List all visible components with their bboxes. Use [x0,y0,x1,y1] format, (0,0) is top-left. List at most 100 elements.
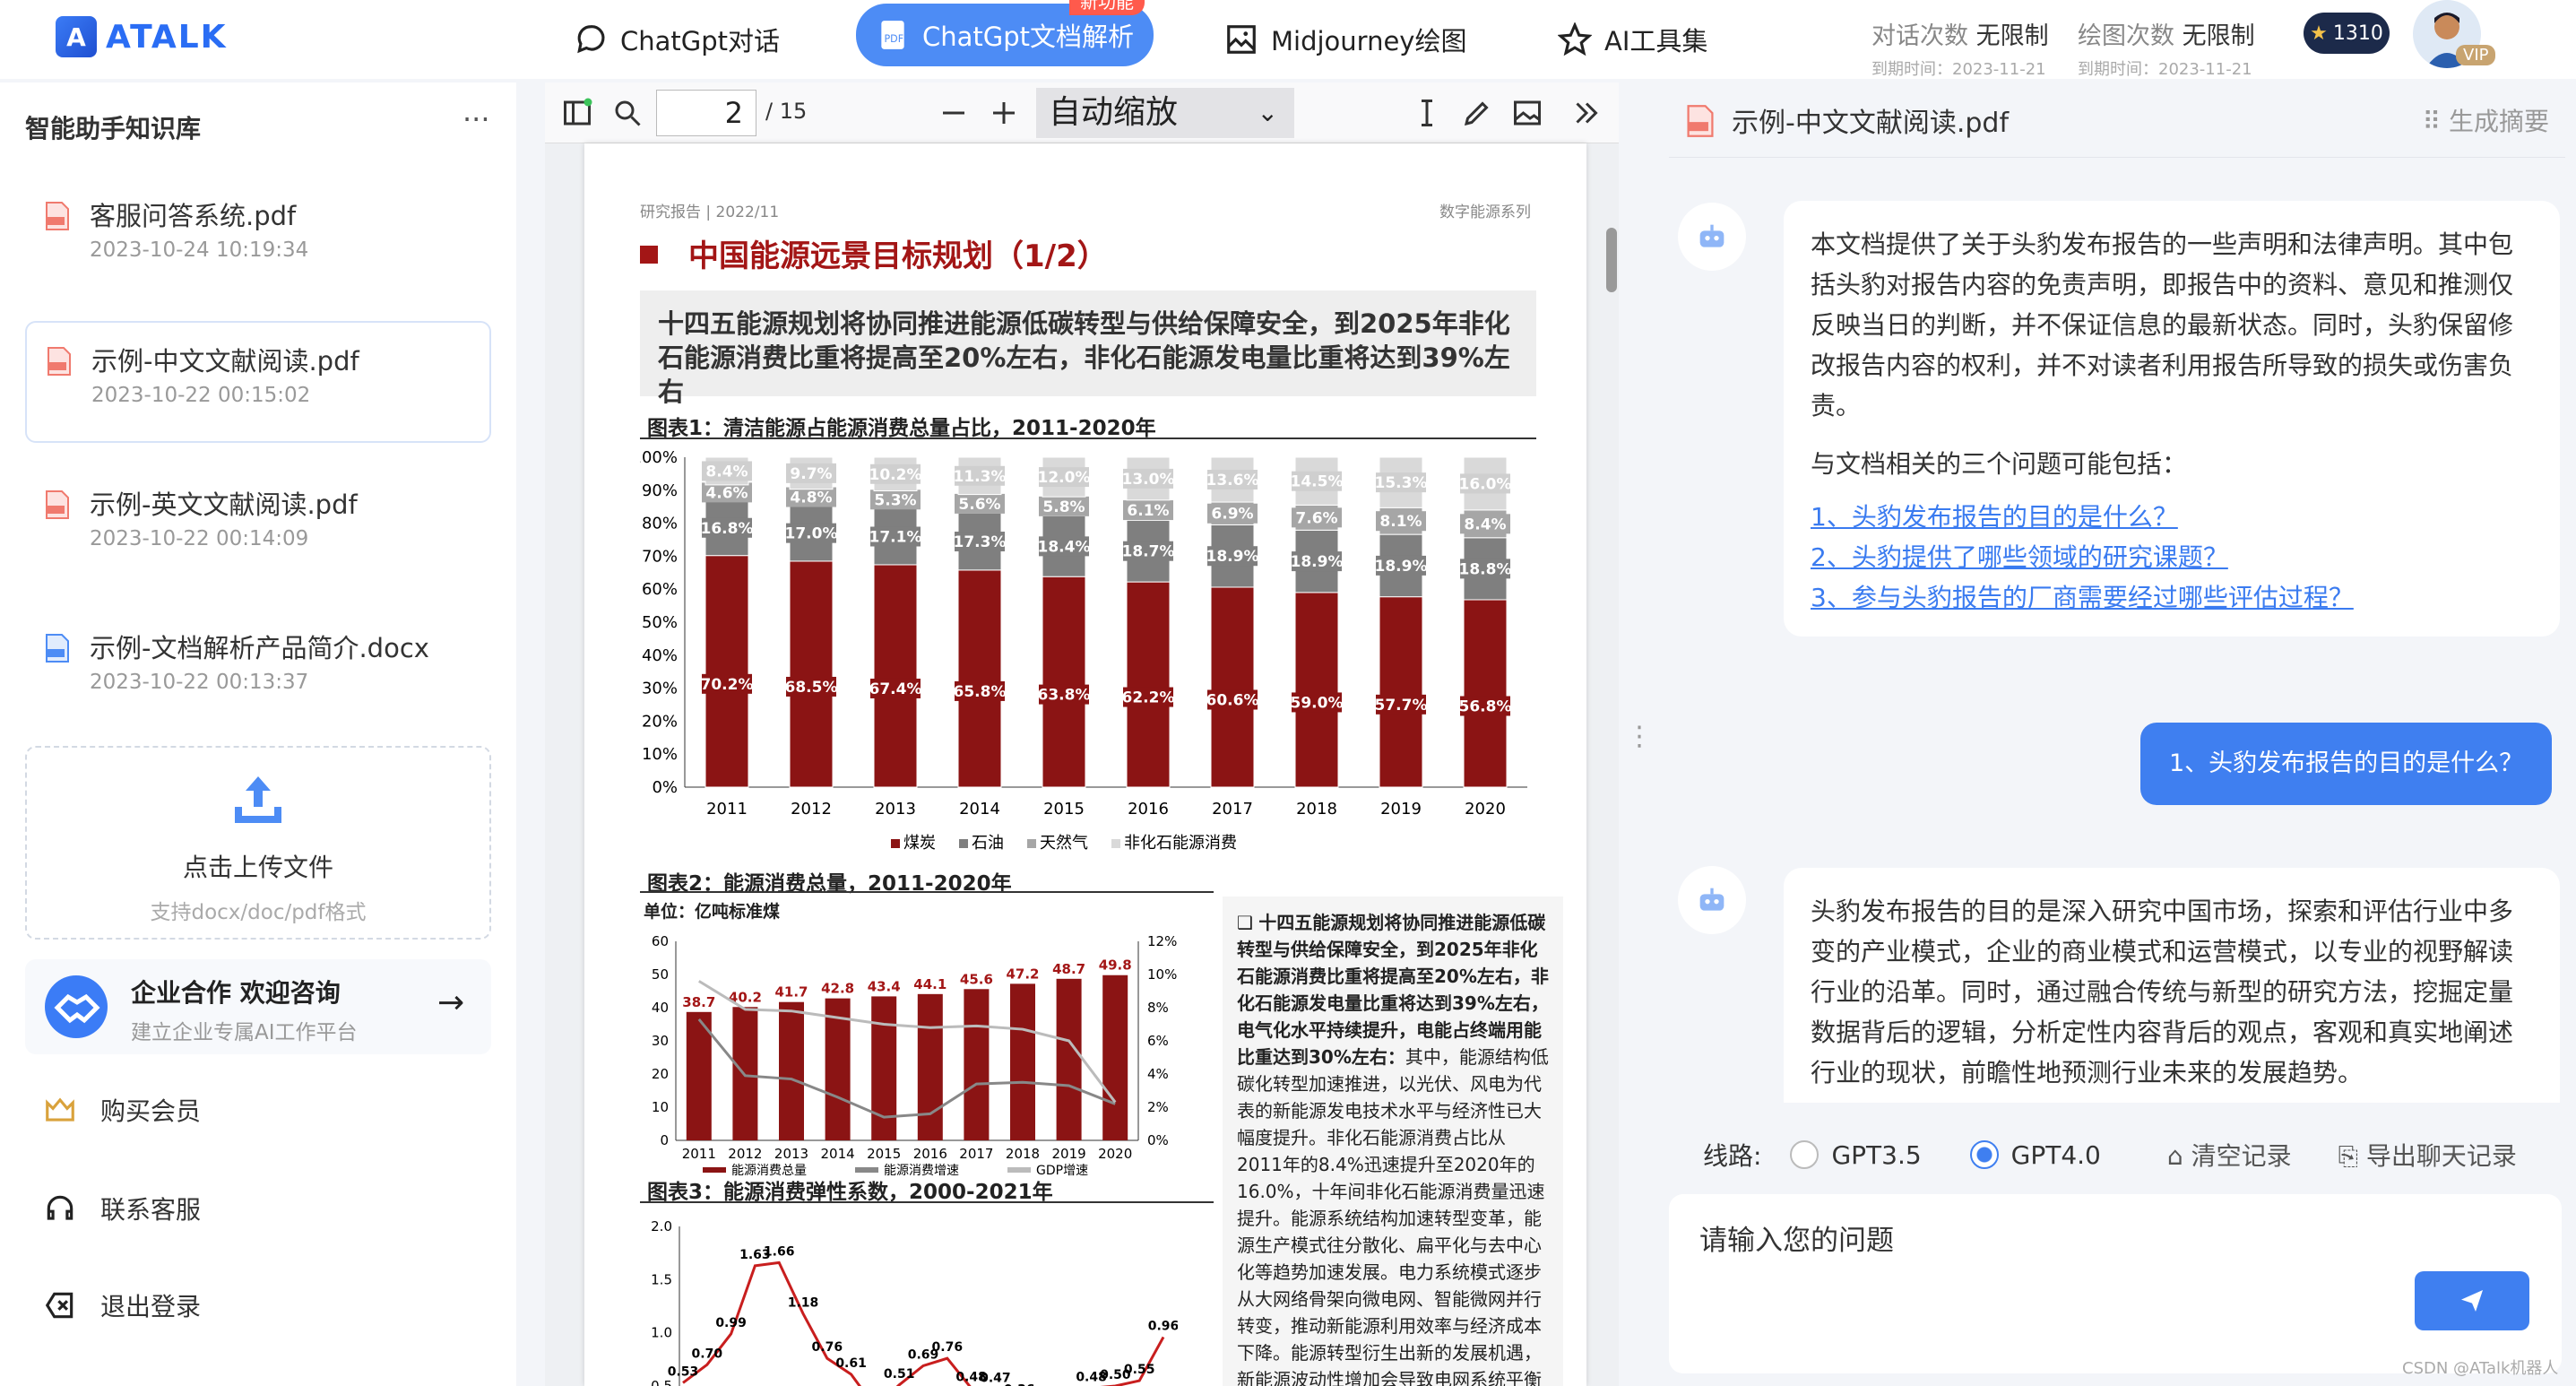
bot-message: 头豹发布报告的目的是深入研究中国市场，探索和评估行业中多变的产业模式，企业的商业… [1784,868,2560,1103]
file-name: 示例-文档解析产品简介.docx [90,633,429,663]
generate-summary-button[interactable]: ⠿ 生成摘要 [2423,102,2549,138]
file-name: 客服问答系统.pdf [90,201,297,231]
upload-subtitle: 支持docx/doc/pdf格式 [150,901,367,924]
crown-icon [46,1097,74,1122]
knowledge-sidebar: 智能助手知识库 ··· 客服问答系统.pdf 2023-10-24 10:19:… [0,82,516,1386]
zoom-in-icon[interactable] [988,97,1020,129]
data-label: 18.9% [1375,558,1428,576]
suggested-question-link[interactable]: 1、头豹发布报告的目的是什么？ [1811,497,2533,537]
bullet-square-icon: ❑ [1237,912,1259,933]
y-tick-label: 60 [652,933,669,949]
data-label: 0.51 [884,1367,915,1382]
more-options-button[interactable]: ··· [462,102,490,136]
double-chevron-right-icon[interactable] [1570,97,1603,129]
export-chat-label: 导出聊天记录 [2365,1141,2517,1171]
nav-ai-tools-label: AI工具集 [1604,26,1708,56]
model-radio-gpt35[interactable] [1790,1140,1820,1169]
nav-doc-parse[interactable]: PDF ChatGpt文档解析 新功能 [856,0,1154,66]
data-label: 1.18 [788,1295,819,1310]
image-insert-icon[interactable] [1511,97,1543,129]
x-tick-label: 2016 [1128,800,1169,819]
file-item[interactable]: 示例-英文文献阅读.pdf 2023-10-22 00:14:09 [25,466,491,588]
data-label: 4.6% [705,484,748,502]
y2-tick-label: 6% [1147,1033,1169,1049]
data-label: 63.8% [1038,687,1091,705]
figure3-title: 图表3：能源消费弹性系数，2000-2021年 [647,1181,1053,1204]
clear-history-button[interactable]: ⌂ 清空记录 [2167,1137,2292,1173]
file-item[interactable]: 示例-文档解析产品简介.docx 2023-10-22 00:13:37 [25,610,491,732]
bot-avatar [1678,203,1746,271]
brand-name: ATALK [106,18,228,56]
legend-swatch [1027,839,1036,848]
model-gpt40-label: GPT4.0 [2010,1139,2101,1170]
star-icon [1558,22,1592,56]
nav-ai-tools[interactable]: AI工具集 [1558,0,1707,79]
bot-message-text: 本文档提供了关于头豹发布报告的一些声明和法律声明。其中包括头豹对报告内容的免责声… [1811,230,2514,420]
model-radio-gpt40[interactable] [1969,1140,1999,1169]
data-label: 65.8% [954,683,1007,701]
logo-icon: A [56,16,97,57]
data-label: 18.9% [1206,548,1259,566]
nav-chat[interactable]: ChatGpt对话 [574,0,780,79]
top-bar: A ATALK ChatGpt对话 PDF ChatGpt文档解析 新功能 Mi… [0,0,2576,79]
data-label: 8.4% [1464,515,1506,533]
data-label: 15.3% [1375,474,1428,492]
x-tick-label: 2013 [774,1146,808,1162]
data-label: 48.7 [1052,961,1085,977]
coin-balance[interactable]: ★ 1310 [2304,13,2390,54]
chat-bubble-icon [577,25,605,54]
data-label: 8.4% [705,463,748,481]
file-item-selected[interactable]: 示例-中文文献阅读.pdf 2023-10-22 00:15:02 [25,321,491,443]
y-tick-label: 30% [642,680,678,698]
brand-logo[interactable]: A ATALK [56,16,228,57]
data-label: 16.0% [1459,475,1512,493]
legend-swatch [959,839,968,848]
suggested-question-link[interactable]: 2、头豹提供了哪些领域的研究课题？ [1811,537,2533,577]
sidebar-title: 智能助手知识库 [25,114,202,143]
data-label: 0.55 [1124,1363,1155,1377]
menu-buy-vip[interactable]: 购买会员 [43,1092,201,1128]
enterprise-coop-card[interactable]: 企业合作 欢迎咨询 建立企业专属AI工作平台 → [25,959,491,1054]
pdf-file-icon: PDF [881,21,904,49]
x-tick-label: 2015 [867,1146,901,1162]
y-tick-label: 20% [642,712,678,731]
data-label: 43.4 [868,978,901,994]
sidebar-toggle-icon[interactable] [561,97,593,129]
suggested-question-link[interactable]: 3、参与头豹报告的厂商需要经过哪些评估过程？ [1811,577,2533,618]
data-label: 0.53 [668,1364,699,1379]
bar [1102,975,1128,1140]
vip-badge: VIP [2456,45,2496,65]
zoom-out-icon[interactable] [938,97,970,129]
menu-contact-label: 联系客服 [100,1195,202,1225]
pdf-toolbar: 2 / 15 自动缩放 ⌄ [545,82,1619,143]
menu-contact-support[interactable]: 联系客服 [43,1191,201,1226]
user-message: 1、头豹发布报告的目的是什么？ [2140,723,2553,805]
send-button[interactable] [2415,1271,2529,1330]
chat-input-box[interactable]: 请输入您的问题 [1669,1194,2562,1373]
page-number-input[interactable]: 2 [656,90,756,136]
route-label: 线路: [1703,1141,1762,1171]
menu-logout[interactable]: 退出登录 [43,1287,201,1323]
search-icon[interactable] [611,97,644,129]
data-label: 44.1 [913,976,947,992]
bar-segment [1379,596,1423,788]
text-cursor-icon[interactable] [1411,97,1443,129]
file-item[interactable]: 客服问答系统.pdf 2023-10-24 10:19:34 [25,178,491,299]
data-label: 6.1% [1127,502,1169,520]
file-time: 2023-10-22 00:15:02 [91,384,311,407]
side-text-body: 其中，能源结构低碳化转型加速推进，以光伏、风电为代表的新能源发电技术水平与经济性… [1237,1046,1549,1386]
data-label: 4.8% [790,489,832,507]
nav-midjourney[interactable]: Midjourney绘图 [1224,0,1466,79]
data-label: 7.6% [1295,509,1337,527]
pdf-scrollbar[interactable] [1606,228,1617,292]
y2-tick-label: 4% [1147,1066,1169,1082]
zoom-select[interactable]: 自动缩放 ⌄ [1036,88,1294,138]
send-icon [2461,1290,2483,1312]
pen-icon[interactable] [1461,97,1493,129]
data-label: 0.36 [1004,1383,1035,1386]
chat-header: 示例-中文文献阅读.pdf ⠿ 生成摘要 [1669,82,2565,158]
data-label: 18.7% [1122,543,1175,561]
export-chat-button[interactable]: ⎘ 导出聊天记录 [2338,1137,2517,1173]
upload-dropzone[interactable]: 点击上传文件 支持docx/doc/pdf格式 [25,746,491,940]
arrow-right-icon: → [437,984,465,1021]
